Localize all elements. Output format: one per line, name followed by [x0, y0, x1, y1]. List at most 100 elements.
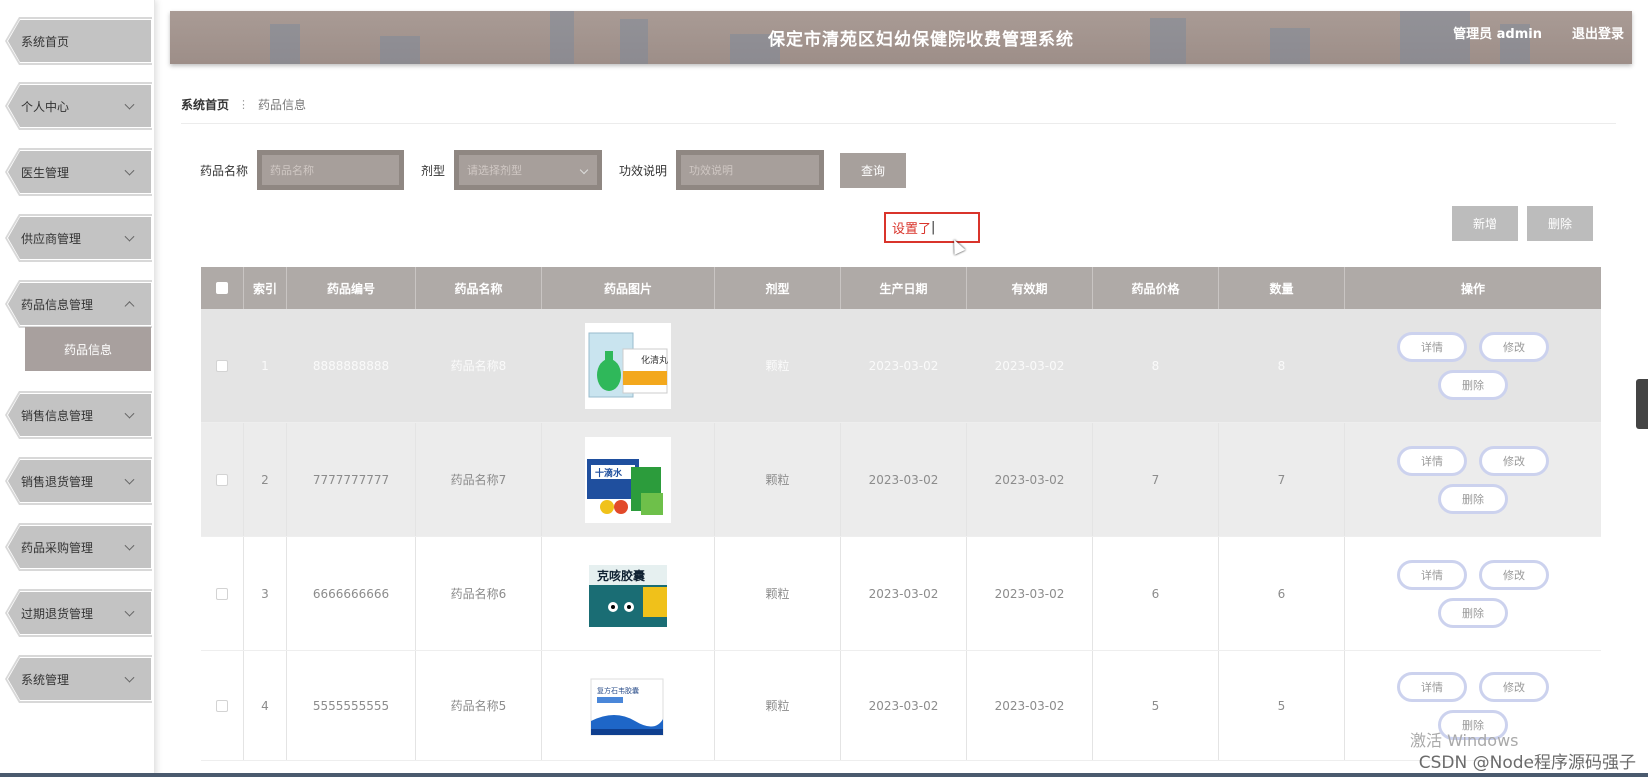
index-cell: 1 [244, 309, 287, 422]
sidebar-item-label: 个人中心 [21, 99, 70, 114]
quantity-cell: 6 [1219, 537, 1345, 650]
breadcrumb-home[interactable]: 系统首页 [181, 96, 229, 113]
edit-button[interactable]: 修改 [1479, 331, 1549, 362]
row-checkbox[interactable] [216, 473, 228, 486]
column-header: 剂型 [715, 267, 841, 309]
sidebar: 系统首页 个人中心 医生管理 供应商管理 药品信息管理 药品信息 销售信息管理 … [0, 0, 155, 777]
sidebar-item-sales-info[interactable]: 销售信息管理 [8, 394, 151, 436]
chevron-down-icon [124, 231, 135, 242]
price-cell: 6 [1093, 537, 1219, 650]
dosage-form-cell: 颗粒 [715, 651, 841, 760]
bottom-bar [0, 773, 1648, 777]
drug-box-illustration: 克咳胶囊 [589, 564, 667, 627]
chevron-down-icon [124, 165, 135, 176]
column-header: 药品名称 [416, 267, 542, 309]
detail-button[interactable]: 详情 [1397, 331, 1467, 362]
expiry-cell: 2023-03-02 [967, 309, 1093, 422]
sidebar-item-label: 供应商管理 [21, 231, 82, 246]
sidebar-item-system[interactable]: 系统管理 [8, 658, 151, 700]
detail-button[interactable]: 详情 [1397, 559, 1467, 590]
edit-button[interactable]: 修改 [1479, 559, 1549, 590]
drug-code-cell: 8888888888 [287, 309, 416, 422]
batch-delete-button[interactable]: 删除 [1527, 206, 1593, 241]
drug-image[interactable]: 化清丸 [585, 322, 671, 409]
drug-name-cell: 药品名称6 [416, 537, 542, 650]
side-drawer-handle[interactable] [1636, 379, 1648, 429]
row-select-cell [201, 309, 244, 422]
sidebar-item-expired-return[interactable]: 过期退货管理 [8, 592, 151, 634]
drug-name-input[interactable] [262, 155, 399, 185]
drug-image[interactable]: 复方石韦胶囊 [585, 662, 671, 749]
chevron-down-icon [579, 165, 589, 175]
dosage-form-box: 请选择剂型 [454, 150, 602, 190]
sidebar-item-label: 药品采购管理 [21, 540, 94, 555]
edit-button[interactable]: 修改 [1479, 445, 1549, 476]
chevron-down-icon [124, 606, 135, 617]
drug-name-box [257, 150, 404, 190]
drug-image-cell: 克咳胶囊 [542, 537, 715, 650]
expiry-cell: 2023-03-02 [967, 423, 1093, 536]
row-checkbox[interactable] [216, 359, 228, 372]
detail-button[interactable]: 详情 [1397, 445, 1467, 476]
drug-image[interactable]: 十滴水 [585, 436, 671, 523]
operations-cell: 详情 修改 删除 [1345, 309, 1601, 422]
sidebar-item-home[interactable]: 系统首页 [8, 20, 151, 62]
logout-link[interactable]: 退出登录 [1572, 23, 1624, 42]
drug-box-text: 克咳胶囊 [597, 568, 646, 583]
delete-button[interactable]: 删除 [1438, 597, 1508, 628]
mfg-date-cell: 2023-03-02 [841, 651, 967, 760]
mfg-date-cell: 2023-03-02 [841, 537, 967, 650]
drug-box-text: 十滴水 [595, 467, 623, 479]
drug-box-illustration: 化清丸 [588, 332, 668, 397]
ops-line: 详情 修改 [1397, 559, 1549, 590]
row-select-cell [201, 651, 244, 760]
add-button[interactable]: 新增 [1452, 206, 1518, 241]
submenu-item-drug-info[interactable]: 药品信息 [25, 327, 151, 371]
row-select-cell [201, 537, 244, 650]
detail-button[interactable]: 详情 [1397, 671, 1467, 702]
drug-image-cell: 复方石韦胶囊 [542, 651, 715, 760]
drug-image[interactable]: 克咳胶囊 [585, 550, 671, 637]
price-cell: 5 [1093, 651, 1219, 760]
delete-button[interactable]: 删除 [1438, 369, 1508, 400]
divider [181, 123, 1616, 124]
drug-table: 索引 药品编号 药品名称 药品图片 剂型 生产日期 有效期 药品价格 数量 操作… [201, 267, 1601, 761]
delete-button[interactable]: 删除 [1438, 483, 1508, 514]
breadcrumb: 系统首页 ⋮ 药品信息 [181, 96, 306, 113]
header-banner: 保定市清苑区妇幼保健院收费管理系统 管理员 admin 退出登录 [170, 11, 1632, 64]
sidebar-item-personal-center[interactable]: 个人中心 [8, 85, 151, 127]
drug-box-illustration: 十滴水 [587, 458, 663, 515]
price-cell: 7 [1093, 423, 1219, 536]
dosage-form-select[interactable]: 请选择剂型 [459, 155, 597, 185]
drug-code-cell: 6666666666 [287, 537, 416, 650]
index-cell: 3 [244, 537, 287, 650]
row-checkbox[interactable] [216, 699, 228, 712]
quantity-cell: 5 [1219, 651, 1345, 760]
sidebar-item-drug-info[interactable]: 药品信息管理 [8, 283, 151, 325]
drug-name-cell: 药品名称8 [416, 309, 542, 422]
chevron-down-icon [124, 672, 135, 683]
table-row: 2 7777777777 药品名称7 十滴水 颗粒 2023-03-02 202… [201, 423, 1601, 537]
sidebar-item-supplier[interactable]: 供应商管理 [8, 217, 151, 259]
select-all-checkbox[interactable] [216, 282, 228, 294]
chevron-down-icon [124, 474, 135, 485]
sidebar-item-doctor[interactable]: 医生管理 [8, 151, 151, 193]
column-header: 生产日期 [841, 267, 967, 309]
select-all-cell [201, 267, 244, 309]
edit-button[interactable]: 修改 [1479, 671, 1549, 702]
column-header: 操作 [1460, 281, 1485, 296]
table-row: 3 6666666666 药品名称6 克咳胶囊 颗粒 2023-03-02 20… [201, 537, 1601, 651]
ops-line: 详情 修改 [1397, 445, 1549, 476]
chevron-up-icon [124, 301, 135, 312]
ops-line: 详情 修改 [1397, 671, 1549, 702]
column-header: 药品价格 [1093, 267, 1219, 309]
ops-line: 详情 修改 [1397, 331, 1549, 362]
dosage-form-cell: 颗粒 [715, 423, 841, 536]
query-button[interactable]: 查询 [840, 153, 906, 188]
row-checkbox[interactable] [216, 587, 228, 600]
efficacy-input[interactable] [681, 155, 819, 185]
sidebar-item-sales-return[interactable]: 销售退货管理 [8, 460, 151, 502]
drug-name-cell: 药品名称5 [416, 651, 542, 760]
drug-code-cell: 5555555555 [287, 651, 416, 760]
sidebar-item-purchase[interactable]: 药品采购管理 [8, 526, 151, 568]
